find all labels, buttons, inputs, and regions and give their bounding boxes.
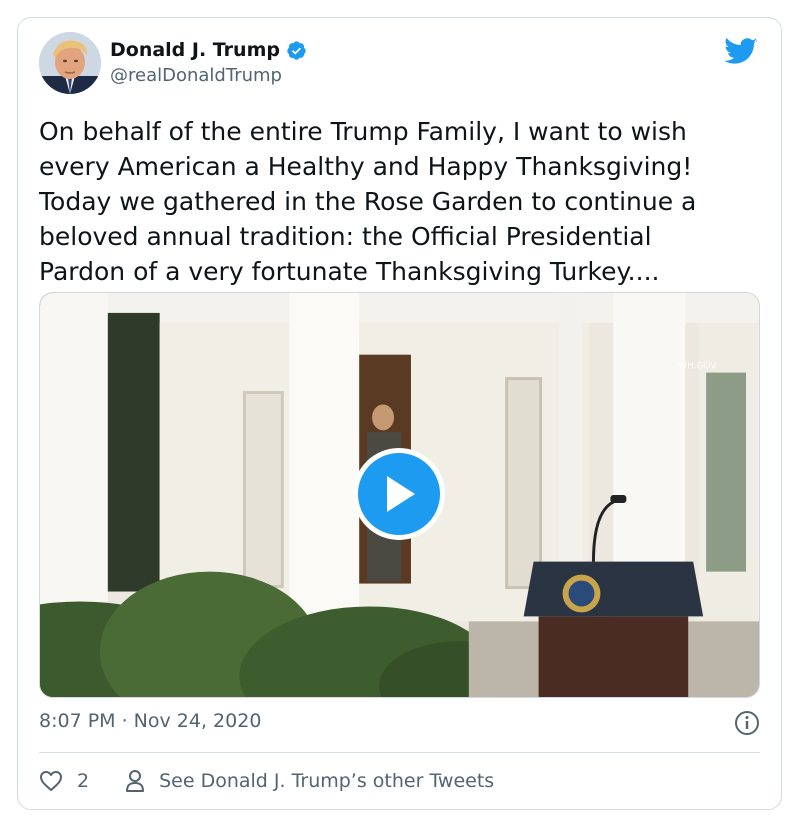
person-icon xyxy=(126,770,145,792)
author-name-row[interactable]: Donald J. Trump xyxy=(110,39,307,61)
avatar[interactable] xyxy=(39,32,101,94)
twitter-bird-icon[interactable] xyxy=(724,38,758,66)
play-button[interactable] xyxy=(353,448,445,540)
video-player[interactable]: WH.GOV xyxy=(39,292,760,698)
tweet-text: On behalf of the entire Trump Family, I … xyxy=(39,117,697,286)
like-button[interactable]: 2 xyxy=(39,770,89,792)
heart-icon xyxy=(40,771,62,791)
tweet-card[interactable]: Donald J. Trump @realDonaldTrump On beha… xyxy=(17,17,782,810)
author-handle[interactable]: @realDonaldTrump xyxy=(110,65,282,86)
see-other-tweets-link[interactable]: See Donald J. Trump’s other Tweets xyxy=(125,769,494,793)
watermark: WH.GOV xyxy=(678,362,717,372)
info-icon[interactable] xyxy=(734,710,760,736)
see-other-tweets-label: See Donald J. Trump’s other Tweets xyxy=(159,770,495,792)
verified-badge-icon xyxy=(287,40,306,60)
divider xyxy=(39,752,760,753)
play-icon xyxy=(387,476,415,512)
author-name[interactable]: Donald J. Trump xyxy=(110,39,280,61)
tweet-actions: 2 See Donald J. Trump’s other Tweets xyxy=(39,766,494,796)
like-count: 2 xyxy=(77,770,90,792)
tweet-timestamp[interactable]: 8:07 PM · Nov 24, 2020 xyxy=(39,710,261,732)
